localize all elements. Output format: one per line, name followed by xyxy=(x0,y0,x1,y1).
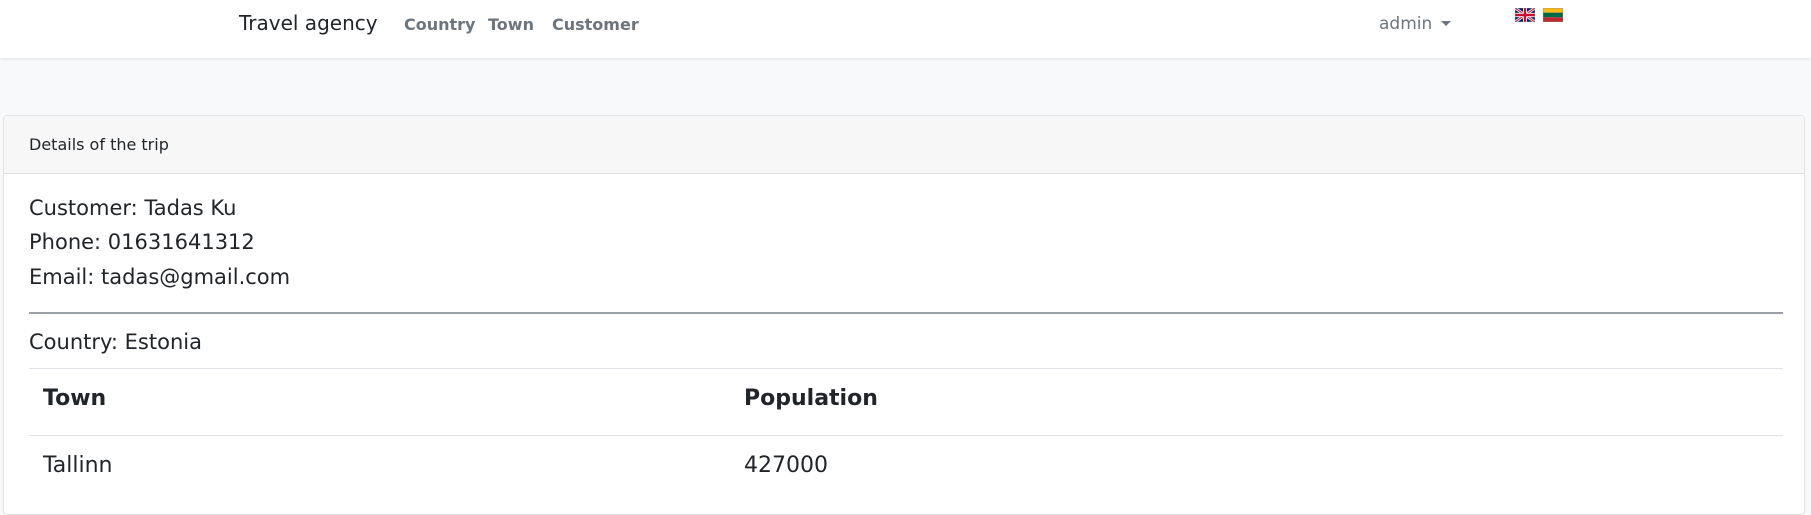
user-menu-dropdown[interactable]: admin xyxy=(1379,14,1452,34)
nav-link-country[interactable]: Country xyxy=(404,15,475,34)
user-name: admin xyxy=(1379,14,1433,34)
brand-link[interactable]: Travel agency xyxy=(239,11,378,35)
country-info: Country: Estonia xyxy=(29,330,202,354)
phone-info: Phone: 01631641312 xyxy=(29,230,255,254)
card-header: Details of the trip xyxy=(4,116,1804,174)
customer-info: Customer: Tadas Ku xyxy=(29,196,237,220)
lithuania-flag-icon[interactable] xyxy=(1543,8,1563,22)
top-navbar: Travel agency Country Town Customer admi… xyxy=(0,0,1811,58)
nav-link-customer[interactable]: Customer xyxy=(552,15,639,34)
table-header-population: Population xyxy=(744,386,878,411)
table-top-border xyxy=(29,368,1783,369)
table-header-town: Town xyxy=(43,386,107,411)
table-header-border xyxy=(29,435,1783,436)
nav-link-town[interactable]: Town xyxy=(488,15,534,34)
section-divider xyxy=(29,312,1783,314)
card-title: Details of the trip xyxy=(29,135,169,154)
email-info: Email: tadas@gmail.com xyxy=(29,265,291,289)
table-cell-population: 427000 xyxy=(744,453,828,478)
uk-flag-icon[interactable] xyxy=(1515,8,1535,22)
trip-details-card: Details of the trip Customer: Tadas Ku P… xyxy=(3,115,1805,515)
table-cell-town: Tallinn xyxy=(43,453,113,478)
caret-down-icon xyxy=(1441,21,1452,26)
